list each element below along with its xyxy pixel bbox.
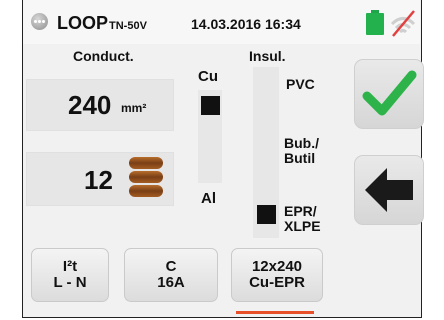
title-sub: TN-50V [109, 20, 147, 32]
tab-i2t-line2: L - N [53, 274, 87, 291]
section-value: 240 [68, 90, 112, 120]
tab-i2t-line1: I²t [62, 258, 78, 275]
back-button[interactable] [354, 155, 424, 225]
tab-protection-line1: C [165, 258, 177, 275]
tab-cable-line2: Cu-EPR [249, 274, 305, 291]
count-value: 12 [84, 165, 113, 195]
page-title: LOOPTN-50V [57, 13, 147, 34]
tab-cable-line1: 12x240 [251, 258, 303, 275]
checkmark-icon [362, 70, 417, 116]
cable-bundle-icon [129, 157, 163, 197]
insulation-label: Insul. [249, 48, 286, 64]
active-tab-indicator [236, 311, 314, 314]
screen: LOOPTN-50V 14.03.2016 16:34 Conduct. 240… [0, 0, 444, 320]
material-selector[interactable] [198, 90, 222, 183]
status-bar: LOOPTN-50V 14.03.2016 16:34 [23, 0, 420, 44]
section-unit: mm² [121, 101, 147, 115]
section-field[interactable]: 240 mm² [26, 79, 174, 131]
count-field[interactable]: 12 [26, 152, 174, 206]
confirm-button[interactable] [354, 59, 424, 129]
wireless-off-icon [390, 10, 416, 37]
back-arrow-icon [365, 168, 413, 212]
instrument-display: LOOPTN-50V 14.03.2016 16:34 Conduct. 240… [22, 0, 424, 318]
insulation-option-butil[interactable]: Bub./ Butil [284, 136, 319, 166]
title-main: LOOP [57, 13, 109, 33]
tab-i2t[interactable]: I²t L - N [31, 248, 109, 302]
conductor-label: Conduct. [73, 48, 134, 64]
datetime-display: 14.03.2016 16:34 [191, 16, 301, 32]
menu-icon[interactable] [31, 13, 48, 30]
tab-protection[interactable]: C 16A [124, 248, 218, 302]
insulation-selector[interactable] [253, 67, 279, 238]
insulation-option-epr-xlpe[interactable]: EPR/ XLPE [284, 204, 321, 234]
material-al-label[interactable]: Al [201, 190, 216, 207]
insulation-marker [257, 205, 276, 224]
insulation-option-pvc[interactable]: PVC [286, 77, 315, 92]
tab-protection-line2: 16A [157, 274, 185, 291]
material-marker [201, 96, 220, 115]
material-cu-label[interactable]: Cu [198, 68, 218, 85]
battery-icon [366, 10, 384, 35]
tab-cable[interactable]: 12x240 Cu-EPR [231, 248, 323, 302]
